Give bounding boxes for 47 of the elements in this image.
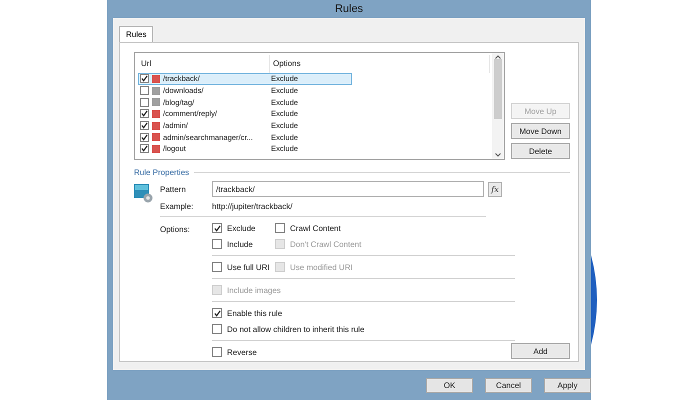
pattern-field[interactable]: /trackback/ — [212, 181, 484, 197]
checkbox-label: Enable this rule — [227, 308, 282, 318]
scroll-thumb[interactable] — [494, 59, 502, 119]
check-icon — [214, 310, 220, 316]
checkbox-label: Reverse — [227, 348, 257, 356]
window-title: Rules — [334, 3, 364, 15]
dialog-button[interactable]: OK — [426, 378, 473, 392]
tab[interactable]: Rules — [119, 26, 154, 42]
checkbox-label: Crawl Content — [290, 224, 341, 232]
gear-screen-icon — [134, 184, 153, 203]
field-label: Options: — [160, 224, 191, 236]
caret-down-icon[interactable] — [495, 153, 501, 157]
field-label: Pattern — [160, 184, 187, 194]
checkbox-label: Do not allow children to inherit this rule — [227, 324, 364, 334]
checkbox-label: Include images — [227, 286, 281, 294]
list-button[interactable]: Move Down — [511, 123, 570, 139]
checkbox[interactable] — [140, 109, 149, 118]
scroll-bar[interactable] — [492, 53, 504, 159]
add-button[interactable]: Add — [511, 343, 570, 359]
checkbox[interactable] — [212, 308, 222, 318]
checkbox[interactable] — [212, 347, 222, 357]
dialog-button[interactable]: Cancel — [485, 378, 532, 392]
checkbox[interactable] — [140, 144, 149, 154]
checkbox[interactable] — [275, 223, 285, 233]
dialog-button[interactable]: Apply — [544, 378, 591, 392]
checkbox[interactable] — [212, 223, 222, 233]
checkbox-label: Include — [227, 240, 253, 248]
check-icon — [141, 75, 148, 82]
checkbox[interactable] — [140, 74, 149, 84]
field-label: Example: — [160, 202, 194, 210]
checkbox[interactable] — [140, 132, 149, 142]
checkbox[interactable] — [140, 86, 149, 96]
checkbox[interactable] — [140, 98, 149, 107]
example-text: http://jupiter/trackback/ — [212, 202, 292, 210]
checkbox[interactable] — [140, 121, 149, 130]
checkbox-label: Use modified URI — [290, 262, 353, 272]
list-button[interactable]: Delete — [511, 143, 570, 159]
function-button[interactable]: fx — [488, 182, 502, 196]
section-title: Rule Properties — [134, 168, 190, 177]
caret-up-icon[interactable] — [495, 55, 501, 59]
checkbox-label: Use full URI — [227, 262, 270, 272]
check-icon — [214, 224, 220, 232]
checkbox-label: Don't Crawl Content — [290, 240, 362, 248]
checkbox[interactable] — [212, 262, 222, 272]
checkbox-label: Exclude — [227, 224, 256, 232]
checkbox[interactable] — [212, 324, 222, 334]
checkbox[interactable] — [212, 239, 222, 249]
